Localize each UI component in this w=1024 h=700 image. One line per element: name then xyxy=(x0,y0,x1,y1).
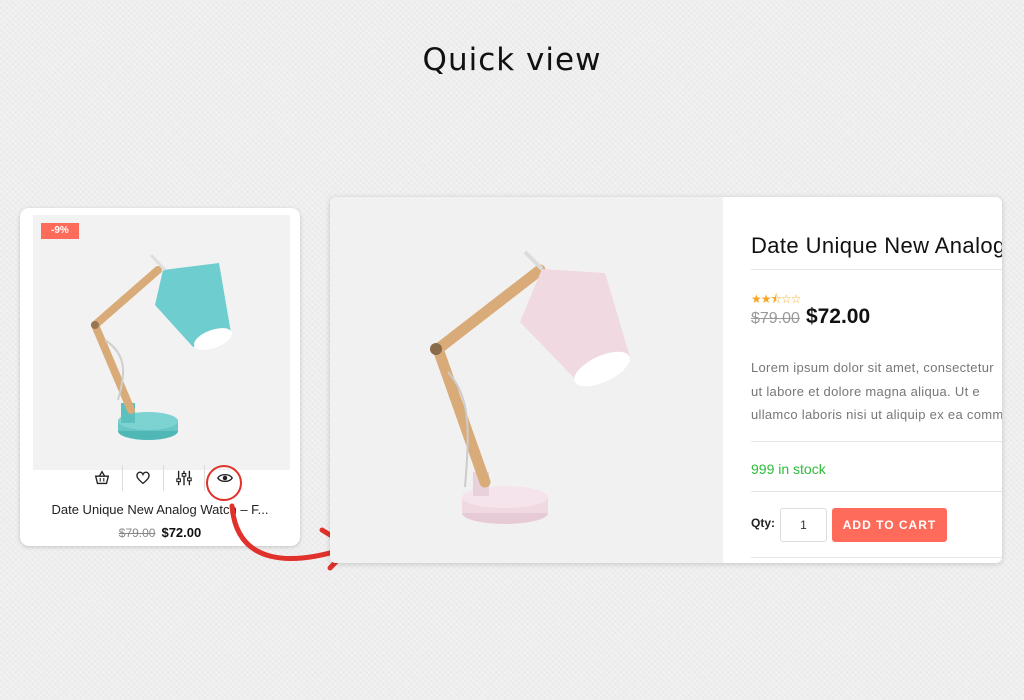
description-line: ut labore et dolore magna aliqua. Ut e xyxy=(751,383,980,399)
add-to-cart-action[interactable] xyxy=(82,465,123,491)
wishlist-action[interactable] xyxy=(123,465,164,491)
star-half-icon: ⯪ xyxy=(770,292,782,306)
current-price: $72.00 xyxy=(805,305,871,328)
description-line: ullamco laboris nisi ut aliquip ex ea co… xyxy=(751,407,1002,422)
quick-view-title: Date Unique New Analog Watch xyxy=(751,233,1002,258)
star-empty-icon: ☆☆ xyxy=(780,292,801,306)
discount-badge: -9% xyxy=(41,223,79,239)
sliders-icon xyxy=(176,470,192,486)
star-full-icon: ★★ xyxy=(751,292,771,306)
quick-view-price: $79.00 $72.00 xyxy=(751,305,870,329)
divider xyxy=(751,557,1002,558)
divider xyxy=(751,491,1002,492)
qty-label: Qty: xyxy=(751,516,775,530)
lamp-illustration xyxy=(91,253,233,440)
stock-status: 999 in stock xyxy=(751,461,826,477)
current-price: $72.00 xyxy=(161,525,202,540)
product-description: Lorem ipsum dolor sit amet, consectetur … xyxy=(751,356,1002,427)
quantity-input[interactable] xyxy=(780,508,827,542)
divider xyxy=(751,269,1002,270)
divider xyxy=(751,441,1002,442)
basket-icon xyxy=(94,470,110,485)
product-image[interactable]: -9% xyxy=(33,215,290,470)
heart-icon xyxy=(136,471,150,485)
quick-view-image xyxy=(330,197,723,563)
description-line: Lorem ipsum dolor sit amet, consectetur xyxy=(751,360,994,375)
page-heading: Quick view xyxy=(422,42,602,78)
old-price: $79.00 xyxy=(118,526,156,540)
add-to-cart-button[interactable]: ADD TO CART xyxy=(832,508,947,542)
compare-action[interactable] xyxy=(164,465,205,491)
quick-view-modal: Date Unique New Analog Watch ★★⯪☆☆ $79.0… xyxy=(330,197,1002,563)
lamp-illustration xyxy=(430,250,630,524)
old-price: $79.00 xyxy=(751,310,800,327)
